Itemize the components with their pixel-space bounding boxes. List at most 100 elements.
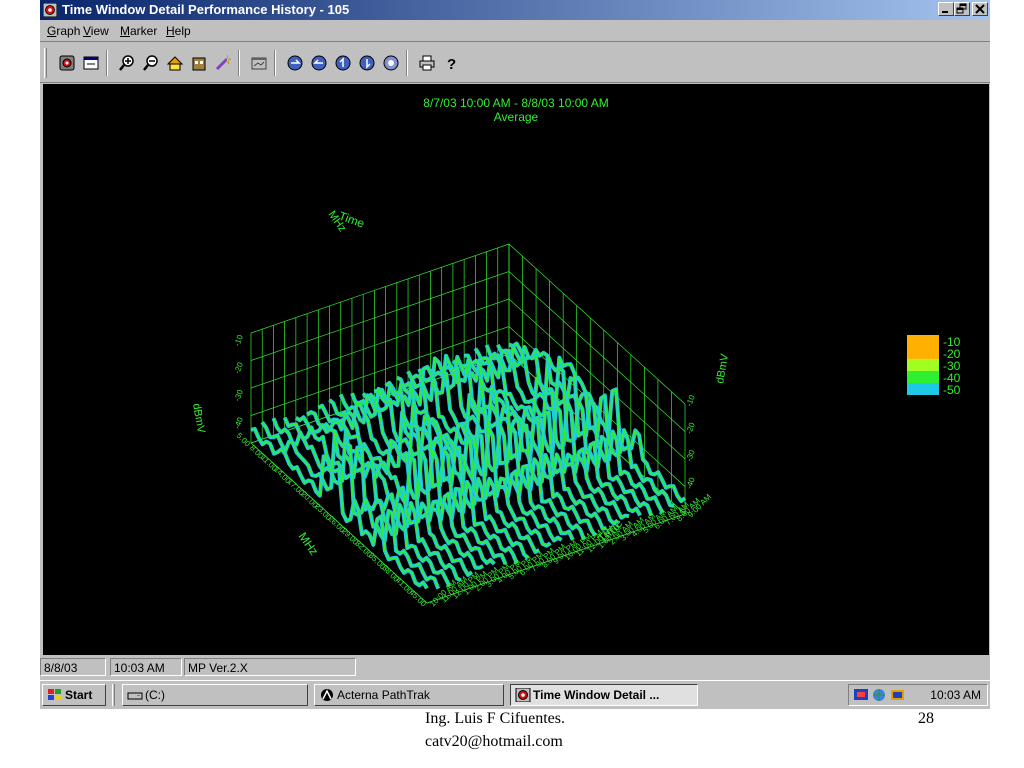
- taskbar-drive-label: (C:): [145, 688, 165, 702]
- rotate-down-button[interactable]: [356, 52, 378, 74]
- acterna-logo-icon: [321, 689, 333, 701]
- tray-clock[interactable]: 10:03 AM: [930, 688, 981, 702]
- wand-icon: [215, 54, 232, 71]
- z-tick-label: -30: [684, 448, 697, 462]
- taskbar-acterna-pathtrak[interactable]: Acterna PathTrak: [314, 684, 504, 706]
- settings-button[interactable]: [56, 52, 78, 74]
- restore-button[interactable]: [954, 2, 970, 16]
- z-axis-title-right: dBmV: [714, 352, 731, 384]
- status-version: MP Ver.2.X: [184, 658, 356, 676]
- globe-icon: [873, 689, 885, 701]
- waterfall-3d-chart: 5.008.0011.0014.0017.0020.0023.0026.0029…: [190, 209, 961, 609]
- reset-view-icon: [383, 55, 399, 71]
- title-bar[interactable]: Time Window Detail Performance History -…: [40, 0, 990, 20]
- rotate-left-icon: [287, 55, 303, 71]
- toolbar-grip[interactable]: [44, 48, 47, 78]
- frequency-tick-label: 5.00: [235, 431, 253, 449]
- start-button[interactable]: Start: [42, 684, 106, 706]
- menu-help[interactable]: Help: [166, 24, 191, 38]
- settings-icon: [59, 55, 75, 71]
- gridline: [250, 243, 686, 405]
- chart-window-icon: [251, 57, 267, 70]
- rotate-up-icon: [335, 55, 351, 71]
- z-tick-label: -10: [232, 333, 245, 347]
- zoom-out-icon: [143, 55, 158, 71]
- red-app-icon: [515, 688, 531, 702]
- taskbar-time-window-detail[interactable]: Time Window Detail ...: [510, 684, 698, 706]
- start-label: Start: [65, 688, 93, 702]
- legend-swatch: [907, 347, 939, 359]
- status-bar: 8/8/03 10:03 AM MP Ver.2.X: [40, 657, 990, 677]
- home-icon: [166, 56, 184, 71]
- taskbar: Start (C:) Acterna PathTrak Time Window …: [40, 680, 990, 709]
- slide-email: catv20@hotmail.com: [425, 733, 563, 750]
- wand-button[interactable]: [212, 52, 234, 74]
- zoom-out-button[interactable]: [140, 52, 162, 74]
- restore-icon: [956, 3, 967, 14]
- taskbar-acterna-label: Acterna PathTrak: [337, 688, 430, 702]
- toolbar-separator: [238, 50, 240, 76]
- chart-legend: [907, 335, 939, 395]
- minimize-button[interactable]: [938, 2, 954, 16]
- rotate-up-button[interactable]: [332, 52, 354, 74]
- chart-area[interactable]: 8/7/03 10:00 AM - 8/8/03 10:00 AM Averag…: [43, 84, 989, 655]
- toolbar-separator: [106, 50, 108, 76]
- print-button[interactable]: [416, 52, 438, 74]
- z-tick-label: -40: [684, 476, 697, 490]
- minimize-icon: [942, 11, 948, 13]
- menu-graph[interactable]: Graph: [47, 24, 80, 38]
- app-window: Time Window Detail Performance History -…: [40, 0, 990, 705]
- taskbar-grip: [112, 684, 115, 706]
- z-axis-title: dBmV: [190, 402, 207, 434]
- close-icon: [975, 4, 985, 14]
- zoom-in-button[interactable]: [116, 52, 138, 74]
- window-title: Time Window Detail Performance History -…: [62, 2, 350, 17]
- rotate-right-icon: [311, 55, 327, 71]
- toolbar-separator: [406, 50, 408, 76]
- windows-logo-icon: [48, 689, 61, 700]
- menu-bar: Graph View Marker Help: [40, 20, 990, 42]
- building-icon: [192, 57, 206, 71]
- volume-icon: [891, 690, 904, 700]
- menu-view[interactable]: View: [83, 24, 109, 38]
- svg-text:?: ?: [447, 56, 456, 72]
- help-button[interactable]: ?: [440, 52, 462, 74]
- legend-swatch: [907, 371, 939, 383]
- rotate-down-icon: [359, 55, 375, 71]
- home-button[interactable]: [164, 52, 186, 74]
- reset-view-button[interactable]: [380, 52, 402, 74]
- chart-window-button[interactable]: [248, 52, 270, 74]
- legend-swatch: [907, 359, 939, 371]
- print-icon: [419, 55, 435, 71]
- taskbar-drive-c[interactable]: (C:): [122, 684, 308, 706]
- network-icon: [854, 689, 868, 700]
- z-tick-label: -40: [232, 416, 245, 430]
- drive-icon: [127, 692, 143, 700]
- rotate-right-button[interactable]: [308, 52, 330, 74]
- z-tick-label: -30: [232, 388, 245, 402]
- properties-icon: [83, 56, 99, 70]
- status-date: 8/8/03: [40, 658, 106, 676]
- z-tick-label: -20: [232, 361, 245, 375]
- menu-marker[interactable]: Marker: [120, 24, 157, 38]
- zoom-in-icon: [119, 55, 134, 71]
- legend-swatch: [907, 383, 939, 395]
- red-app-icon: [43, 3, 57, 17]
- system-tray: 10:03 AM: [848, 684, 988, 706]
- properties-button[interactable]: [80, 52, 102, 74]
- toolbar-separator: [274, 50, 276, 76]
- x-axis-title: MHz: [296, 530, 322, 558]
- status-time: 10:03 AM: [110, 658, 182, 676]
- rotate-left-button[interactable]: [284, 52, 306, 74]
- taskbar-time-window-label: Time Window Detail ...: [533, 688, 660, 702]
- toolbar: ?: [40, 43, 990, 83]
- close-button[interactable]: [972, 2, 988, 16]
- z-tick-label: -10: [684, 393, 697, 407]
- frequency-tick-label: 45.00: [407, 588, 428, 609]
- tray-icons: [854, 689, 904, 701]
- help-icon: ?: [447, 56, 456, 72]
- building-button[interactable]: [188, 52, 210, 74]
- slide-author: Ing. Luis F Cifuentes.: [425, 710, 565, 727]
- legend-label: -50: [943, 383, 961, 397]
- legend-swatch: [907, 335, 939, 347]
